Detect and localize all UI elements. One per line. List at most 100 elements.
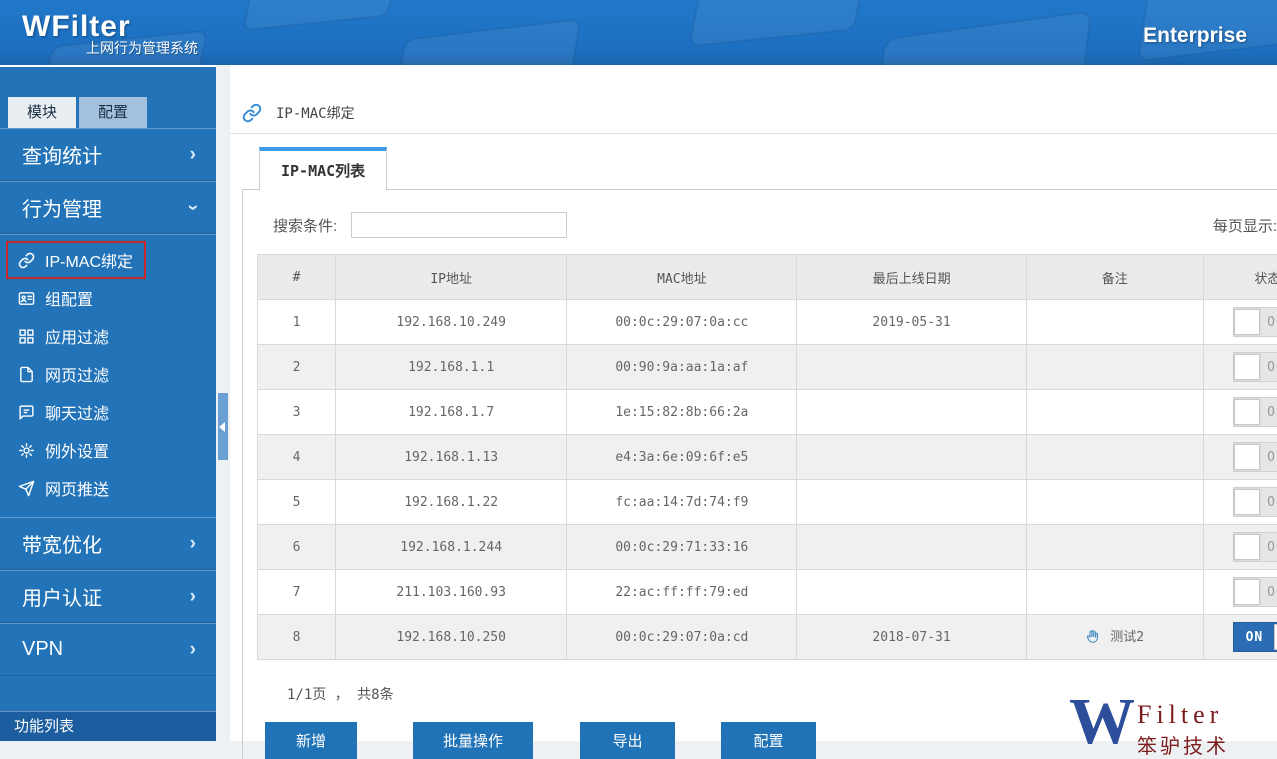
toggle-label: OFF: [1260, 585, 1277, 600]
table-row: 7 211.103.160.93 22:ac:ff:ff:79:ed OFF: [258, 570, 1277, 615]
send-icon: [18, 480, 35, 497]
sidebar-item-ip-mac-binding[interactable]: IP-MAC绑定: [6, 241, 146, 279]
sidebar-section-bandwidth[interactable]: 带宽优化 ›: [0, 517, 216, 570]
sidebar-item-web-push[interactable]: 网页推送: [6, 469, 216, 507]
sidebar-item-group-config[interactable]: 组配置: [6, 279, 216, 317]
table-row: 3 192.168.1.7 1e:15:82:8b:66:2a OFF: [258, 390, 1277, 435]
search-input[interactable]: [351, 212, 567, 238]
chevron-right-icon: ›: [190, 587, 196, 606]
per-page-label: 每页显示:: [1213, 215, 1277, 236]
sidebar-section-user-auth[interactable]: 用户认证 ›: [0, 570, 216, 623]
cell-last-online: [797, 435, 1026, 480]
sidebar-item-label: 网页推送: [45, 476, 109, 500]
tab-config[interactable]: 配置: [79, 97, 147, 128]
status-toggle[interactable]: OFF: [1233, 307, 1277, 337]
cell-status: OFF: [1203, 390, 1277, 435]
cell-remark: [1026, 480, 1203, 525]
grid-icon: [18, 328, 35, 345]
breadcrumb: IP-MAC绑定: [230, 65, 1277, 134]
cell-last-online: [797, 480, 1026, 525]
chevron-down-icon: ›: [183, 204, 202, 210]
brand-company: 笨驴技术: [1137, 730, 1229, 759]
cell-last-online: [797, 345, 1026, 390]
table-row: 1 192.168.10.249 00:0c:29:07:0a:cc 2019-…: [258, 300, 1277, 345]
status-toggle[interactable]: OFF: [1233, 442, 1277, 472]
toggle-label: OFF: [1260, 315, 1277, 330]
toggle-label: OFF: [1260, 360, 1277, 375]
section-label: 带宽优化: [22, 529, 102, 558]
brand-name: Filter: [1137, 700, 1229, 730]
breadcrumb-label: IP-MAC绑定: [276, 103, 355, 123]
status-toggle[interactable]: OFF: [1233, 577, 1277, 607]
section-label: 行为管理: [22, 193, 102, 222]
sidebar-collapse-handle[interactable]: [218, 393, 228, 460]
cell-index: 6: [258, 525, 336, 570]
status-toggle[interactable]: OFF: [1233, 487, 1277, 517]
toggle-label: ON: [1234, 630, 1274, 645]
ip-mac-table: # IP地址 MAC地址 最后上线日期 备注 状态 1 192.168.10.2…: [257, 254, 1277, 660]
ip-mac-panel: IP-MAC列表 搜索条件: 每页显示: # IP地址 MAC地址 最后上线日: [242, 146, 1277, 759]
sidebar-section-behavior-mgmt[interactable]: 行为管理 ›: [0, 181, 216, 234]
col-ip: IP地址: [336, 255, 567, 300]
cell-status: OFF: [1203, 435, 1277, 480]
tab-ip-mac-list[interactable]: IP-MAC列表: [259, 147, 387, 190]
cell-index: 2: [258, 345, 336, 390]
sidebar-item-label: 应用过滤: [45, 324, 109, 348]
cell-mac: e4:3a:6e:09:6f:e5: [567, 435, 797, 480]
sidebar-item-web-filter[interactable]: 网页过滤: [6, 355, 216, 393]
chevron-right-icon: ›: [190, 145, 196, 164]
cell-last-online: 2018-07-31: [797, 615, 1026, 660]
cell-index: 4: [258, 435, 336, 480]
search-row: 搜索条件: 每页显示:: [257, 210, 1277, 254]
table-header-row: # IP地址 MAC地址 最后上线日期 备注 状态: [258, 255, 1277, 300]
section-label: VPN: [22, 638, 63, 661]
brand-w-glyph: W: [1069, 696, 1135, 747]
sidebar-item-exception-settings[interactable]: 例外设置: [6, 431, 216, 469]
cell-index: 1: [258, 300, 336, 345]
sidebar-section-query-stats[interactable]: 查询统计 ›: [0, 128, 216, 181]
cell-mac: 00:0c:29:07:0a:cd: [567, 615, 797, 660]
sidebar-item-label: 组配置: [45, 286, 93, 310]
hand-icon: [1085, 633, 1100, 648]
cell-status: OFF: [1203, 570, 1277, 615]
tab-modules[interactable]: 模块: [8, 97, 76, 128]
sidebar-item-label: IP-MAC绑定: [45, 248, 133, 272]
cell-mac: 00:90:9a:aa:1a:af: [567, 345, 797, 390]
cell-ip: 192.168.1.1: [336, 345, 567, 390]
link-icon: [242, 103, 262, 123]
sidebar-item-label: 网页过滤: [45, 362, 109, 386]
col-remark: 备注: [1026, 255, 1203, 300]
sidebar-tabs: 模块 配置: [0, 97, 216, 128]
toggle-knob: [1234, 489, 1260, 515]
status-toggle[interactable]: OFF: [1233, 397, 1277, 427]
table-row: 6 192.168.1.244 00:0c:29:71:33:16 OFF: [258, 525, 1277, 570]
cell-ip: 192.168.10.250: [336, 615, 567, 660]
cell-status: OFF: [1203, 480, 1277, 525]
behavior-submenu: IP-MAC绑定 组配置 应用过滤 网页过滤 聊天过: [0, 234, 216, 517]
cell-remark: [1026, 525, 1203, 570]
sidebar-item-app-filter[interactable]: 应用过滤: [6, 317, 216, 355]
sidebar-item-chat-filter[interactable]: 聊天过滤: [6, 393, 216, 431]
sidebar-footer-function-list[interactable]: 功能列表: [0, 711, 216, 741]
chevron-right-icon: ›: [190, 640, 196, 659]
status-toggle[interactable]: ON: [1233, 622, 1277, 652]
cell-status: OFF: [1203, 345, 1277, 390]
col-index: #: [258, 255, 336, 300]
remark-text: 测试2: [1110, 630, 1144, 645]
cell-index: 5: [258, 480, 336, 525]
chevron-right-icon: ›: [190, 534, 196, 553]
sidebar-section-vpn[interactable]: VPN ›: [0, 623, 216, 676]
cell-mac: fc:aa:14:7d:74:f9: [567, 480, 797, 525]
cell-ip: 192.168.10.249: [336, 300, 567, 345]
status-toggle[interactable]: OFF: [1233, 532, 1277, 562]
toggle-label: OFF: [1260, 405, 1277, 420]
col-last-online: 最后上线日期: [797, 255, 1026, 300]
toggle-knob: [1234, 399, 1260, 425]
cell-remark: 测试2: [1026, 615, 1203, 660]
cell-last-online: 2019-05-31: [797, 300, 1026, 345]
toggle-knob: [1234, 534, 1260, 560]
cell-mac: 1e:15:82:8b:66:2a: [567, 390, 797, 435]
toggle-knob: [1234, 309, 1260, 335]
status-toggle[interactable]: OFF: [1233, 352, 1277, 382]
section-label: 查询统计: [22, 140, 102, 169]
